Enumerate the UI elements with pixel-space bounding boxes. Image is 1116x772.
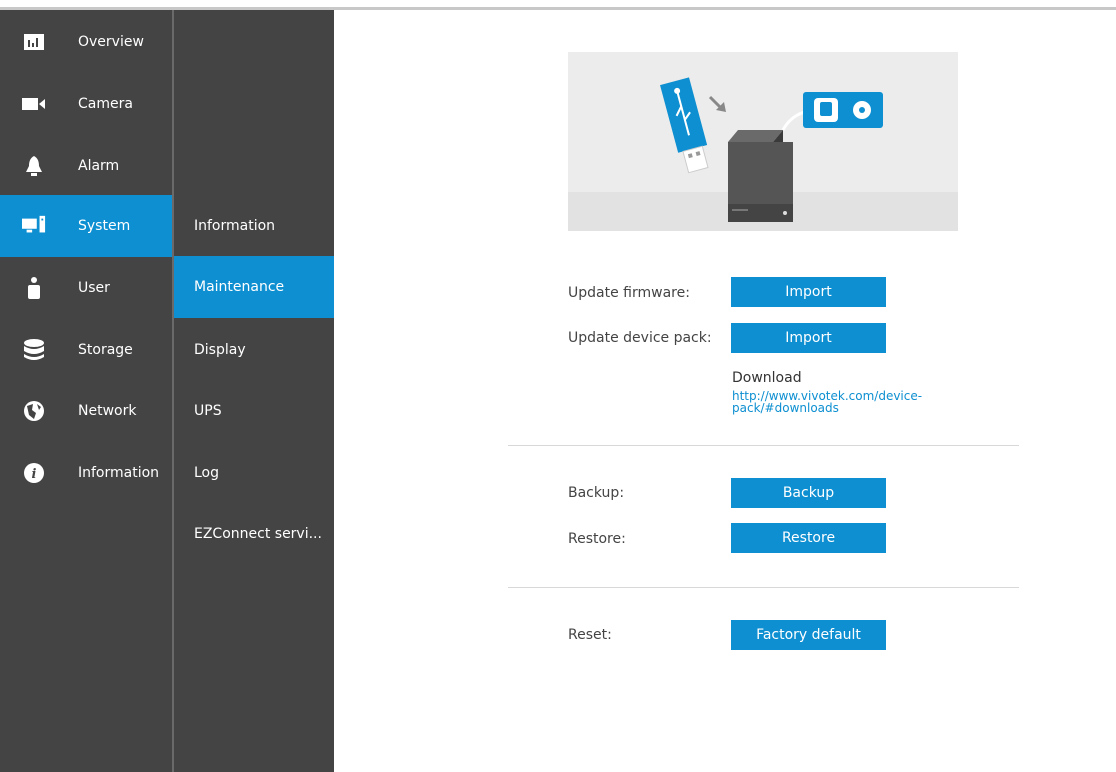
primary-sidebar: Overview Camera Alarm System User Storag… (0, 10, 172, 772)
maintenance-illustration (568, 52, 958, 231)
subnav-ups-label: UPS (194, 403, 222, 419)
section-divider-1 (508, 445, 1019, 446)
download-title: Download (732, 370, 802, 386)
nav-user[interactable]: User (0, 257, 172, 319)
subnav-maintenance-label: Maintenance (194, 279, 285, 295)
subnav-information-label: Information (194, 218, 276, 234)
nav-information[interactable]: i Information (0, 442, 172, 504)
nav-storage-label: Storage (78, 342, 133, 358)
backup-button[interactable]: Backup (731, 478, 886, 508)
nav-system[interactable]: System (0, 195, 172, 257)
factory-default-button[interactable]: Factory default (731, 620, 886, 650)
restore-label: Restore: (568, 531, 626, 547)
subnav-log[interactable]: Log (174, 442, 334, 504)
download-link-line2: pack/#downloads (732, 401, 839, 415)
reset-label: Reset: (568, 627, 612, 643)
storage-icon (22, 338, 46, 362)
subnav-display-label: Display (194, 342, 246, 358)
import-device-pack-button[interactable]: Import (731, 323, 886, 353)
secondary-sidebar: Information Maintenance Display UPS Log … (174, 10, 334, 772)
backup-label: Backup: (568, 485, 625, 501)
subnav-maintenance[interactable]: Maintenance (174, 256, 334, 318)
user-icon (22, 276, 46, 300)
subnav-log-label: Log (194, 465, 220, 481)
camera-icon (22, 92, 46, 116)
device-pack-download-link[interactable]: http://www.vivotek.com/device- pack/#dow… (732, 390, 962, 414)
nav-overview[interactable]: Overview (0, 11, 172, 73)
overview-icon (22, 30, 46, 54)
nav-network[interactable]: Network (0, 380, 172, 442)
nav-information-label: Information (78, 465, 160, 481)
section-divider-2 (508, 587, 1019, 588)
update-device-pack-label: Update device pack: (568, 330, 712, 346)
nav-alarm-label: Alarm (78, 158, 120, 174)
nav-network-label: Network (78, 403, 137, 419)
system-icon (22, 214, 46, 238)
subnav-information[interactable]: Information (174, 195, 334, 257)
top-bar (0, 0, 1116, 10)
restore-button[interactable]: Restore (731, 523, 886, 553)
nav-overview-label: Overview (78, 34, 144, 50)
subnav-ezconnect-label: EZConnect servi... (194, 526, 322, 542)
svg-text:i: i (32, 467, 37, 482)
subnav-ezconnect[interactable]: EZConnect servi... (174, 503, 334, 565)
nav-camera-label: Camera (78, 96, 133, 112)
update-firmware-label: Update firmware: (568, 285, 690, 301)
nav-user-label: User (78, 280, 110, 296)
import-firmware-button[interactable]: Import (731, 277, 886, 307)
nav-storage[interactable]: Storage (0, 319, 172, 381)
subnav-display[interactable]: Display (174, 319, 334, 381)
info-icon: i (22, 461, 46, 485)
nav-system-label: System (78, 218, 131, 234)
alarm-bell-icon (22, 154, 46, 178)
network-icon (22, 399, 46, 423)
nav-alarm[interactable]: Alarm (0, 135, 172, 197)
subnav-ups[interactable]: UPS (174, 380, 334, 442)
nav-camera[interactable]: Camera (0, 73, 172, 135)
